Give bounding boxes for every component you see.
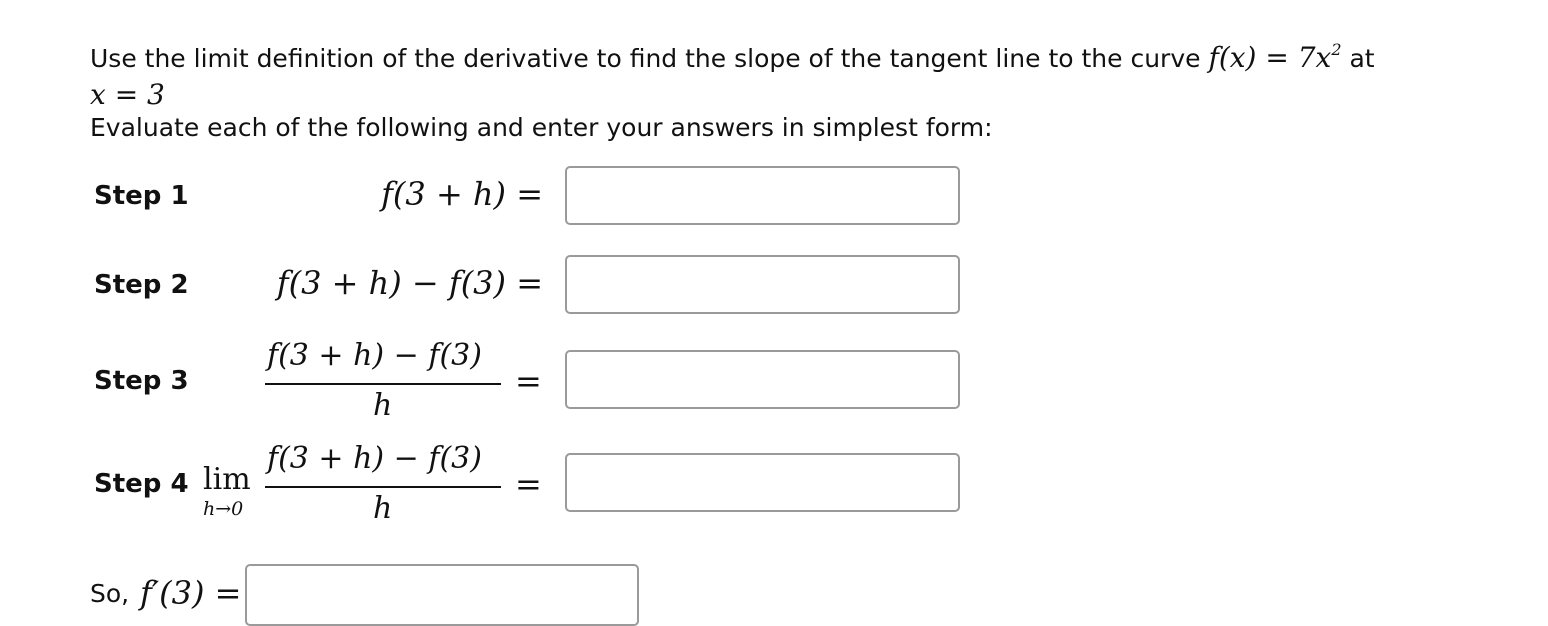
fraction-bar	[265, 383, 501, 385]
conclusion-expression: f′(3) =	[140, 574, 242, 612]
conclusion-label: So,	[90, 579, 130, 608]
step-3-fraction: f(3 + h) − f(3) h	[265, 338, 505, 428]
step-4-fraction: f(3 + h) − f(3) h	[265, 441, 505, 531]
instructions: Evaluate each of the following and enter…	[90, 113, 993, 142]
derivative-answer-input[interactable]	[245, 564, 639, 626]
step-3-label: Step 3	[94, 366, 189, 396]
function-expression: f(x) = 7x2	[1208, 40, 1342, 74]
step-1-answer-input[interactable]	[565, 166, 960, 225]
function-exponent: 2	[1331, 40, 1342, 59]
step-4-equals: =	[515, 465, 542, 503]
step-3-numerator: f(3 + h) − f(3)	[267, 338, 482, 373]
step-4-label: Step 4	[94, 469, 189, 499]
point-expression: x = 3	[90, 78, 165, 111]
step-4-denominator: h	[373, 491, 393, 526]
step-3-answer-input[interactable]	[565, 350, 960, 409]
step-2-expression: f(3 + h) − f(3) =	[276, 264, 543, 302]
intro-line-1: Use the limit definition of the derivati…	[90, 40, 1375, 74]
limit-subscript: h→0	[203, 498, 244, 520]
step-2-answer-input[interactable]	[565, 255, 960, 314]
intro-text: Use the limit definition of the derivati…	[90, 44, 1201, 73]
intro-at-text: at	[1349, 44, 1375, 73]
step-4-answer-input[interactable]	[565, 453, 960, 512]
limit-word: lim	[203, 462, 251, 497]
step-3-equals: =	[515, 362, 542, 400]
fraction-bar	[265, 486, 501, 488]
step-4-numerator: f(3 + h) − f(3)	[267, 441, 482, 476]
step-1-label: Step 1	[94, 181, 189, 211]
step-4-limit: lim h→0	[203, 462, 263, 522]
step-1-expression: f(3 + h) =	[381, 175, 543, 213]
step-2-label: Step 2	[94, 270, 189, 300]
step-3-denominator: h	[373, 388, 393, 423]
